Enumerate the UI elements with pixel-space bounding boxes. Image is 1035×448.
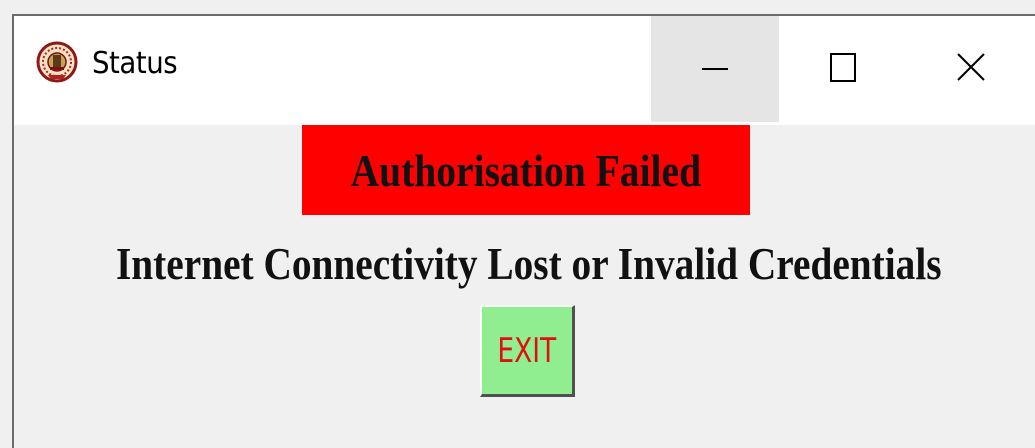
minimize-button[interactable] bbox=[651, 16, 779, 122]
maximize-button[interactable] bbox=[779, 16, 907, 122]
title-bar[interactable]: Status bbox=[14, 16, 1035, 125]
maximize-icon bbox=[828, 51, 858, 88]
university-emblem-icon bbox=[36, 41, 78, 83]
error-message-text: Internet Connectivity Lost or Invalid Cr… bbox=[116, 238, 942, 289]
error-message: Internet Connectivity Lost or Invalid Cr… bbox=[14, 237, 1035, 290]
content-area: Authorisation Failed Internet Connectivi… bbox=[14, 125, 1035, 448]
auth-failed-banner: Authorisation Failed bbox=[302, 125, 750, 215]
exit-button-label: EXIT bbox=[497, 330, 557, 371]
auth-failed-text: Authorisation Failed bbox=[350, 144, 702, 196]
close-button[interactable] bbox=[907, 16, 1035, 122]
close-icon bbox=[955, 51, 987, 88]
minimize-icon bbox=[700, 52, 730, 87]
status-window: Status Authorisation Failed Internet Con… bbox=[12, 14, 1035, 448]
exit-button[interactable]: EXIT bbox=[480, 305, 575, 397]
window-title: Status bbox=[92, 46, 178, 81]
